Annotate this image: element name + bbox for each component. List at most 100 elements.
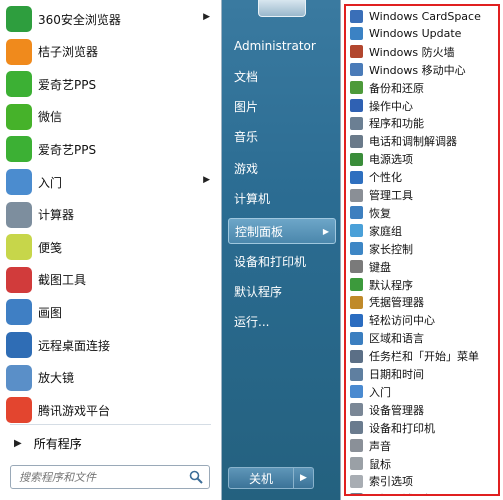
program-item[interactable]: 画图 [6, 297, 216, 327]
program-item[interactable]: 微信 [6, 102, 216, 132]
control-panel-item[interactable]: 管理工具 [346, 186, 498, 204]
control-panel-item-label: 设备管理器 [369, 403, 424, 417]
program-item[interactable]: 便笺 [6, 232, 216, 262]
control-panel-item[interactable]: 备份和还原 [346, 79, 498, 97]
control-panel-item-label: 凭据管理器 [369, 296, 424, 310]
snipping-tool-icon [6, 266, 32, 293]
program-item[interactable]: 桔子浏览器 [6, 37, 216, 67]
control-panel-item[interactable]: 电话和调制解调器 [346, 132, 498, 150]
control-panel-item-icon [350, 421, 363, 435]
control-panel-item[interactable]: 操作中心 [346, 97, 498, 115]
control-panel-item[interactable]: Windows CardSpace [346, 7, 498, 25]
control-panel-item[interactable]: 轻松访问中心 [346, 311, 498, 329]
user-picture[interactable] [258, 0, 306, 17]
control-panel-item-icon [350, 313, 363, 327]
places-item[interactable]: 游戏 [228, 155, 336, 181]
program-item[interactable]: 爱奇艺PPS [6, 69, 216, 99]
program-label: 桔子浏览器 [38, 45, 99, 60]
control-panel-item[interactable]: 个性化 [346, 168, 498, 186]
control-panel-item-label: 轻松访问中心 [369, 314, 435, 328]
control-panel-item[interactable]: 区域和语言 [346, 329, 498, 347]
places-item-label: 默认程序 [234, 284, 283, 299]
places-item-label: 音乐 [234, 129, 259, 144]
search-icon[interactable] [189, 470, 203, 484]
control-panel-item-icon [350, 134, 363, 148]
control-panel-item[interactable]: 入门 [346, 383, 498, 401]
browser-360-icon [6, 6, 32, 32]
control-panel-item[interactable]: 凭据管理器 [346, 293, 498, 311]
program-label: 360安全浏览器 [38, 12, 121, 27]
control-panel-item-icon [350, 439, 363, 453]
places-item[interactable]: 默认程序 [228, 278, 336, 304]
places-item[interactable]: 音乐 [228, 123, 336, 149]
sticky-notes-icon [6, 234, 32, 261]
submenu-arrow-icon: ▶ [322, 227, 329, 236]
program-item[interactable]: 放大镜 [6, 363, 216, 393]
program-label: 爱奇艺PPS [38, 142, 97, 157]
control-panel-item-label: 程序和功能 [369, 117, 424, 131]
places-item[interactable]: 控制面板 ▶ [228, 218, 336, 244]
control-panel-item-icon [350, 81, 363, 95]
control-panel-item[interactable]: 日期和时间 [346, 365, 498, 383]
control-panel-item-label: 日期和时间 [369, 368, 424, 381]
control-panel-item[interactable]: 键盘 [346, 258, 498, 276]
control-panel-item-label: 区域和语言 [369, 332, 424, 346]
places-item[interactable]: 计算机 [228, 185, 336, 211]
program-item[interactable]: 360安全浏览器 ▶ [6, 4, 216, 34]
program-label: 微信 [38, 110, 63, 125]
program-label: 入门 [38, 175, 63, 190]
control-panel-flyout: Windows CardSpace Windows Update Windows 防… [340, 0, 503, 500]
control-panel-item-icon [350, 224, 363, 238]
control-panel-item[interactable]: 声音 [346, 437, 498, 455]
control-panel-item[interactable]: 程序和功能 [346, 114, 498, 132]
orange-browser-icon [6, 38, 32, 65]
places-item[interactable]: Administrator [228, 33, 336, 59]
control-panel-item-icon [350, 331, 363, 345]
all-programs-arrow-icon: ▶ [14, 437, 22, 449]
control-panel-item-label: 家长控制 [369, 242, 413, 256]
control-panel-item[interactable]: 家庭组 [346, 222, 498, 240]
places-item[interactable]: 文档 [228, 63, 336, 89]
control-panel-item[interactable]: 电源选项 [346, 150, 498, 168]
program-item[interactable]: 入门 ▶ [6, 167, 216, 197]
control-panel-item[interactable]: Windows 防火墙 [346, 43, 498, 61]
control-panel-item[interactable]: 索引选项 [346, 472, 498, 490]
control-panel-item-label: 操作中心 [369, 99, 413, 113]
control-panel-item[interactable]: 通知区域图标 [346, 490, 498, 494]
places-item[interactable]: 运行... [228, 308, 336, 334]
search-box[interactable] [10, 465, 210, 489]
program-item[interactable]: 计算器 [6, 200, 216, 230]
control-panel-item[interactable]: 设备管理器 [346, 401, 498, 419]
control-panel-item-icon [350, 152, 363, 166]
places-item[interactable]: 图片 [228, 93, 336, 119]
control-panel-item[interactable]: 家长控制 [346, 240, 498, 258]
shutdown-options-button[interactable]: ▶ [294, 467, 314, 489]
control-panel-item-icon [350, 27, 363, 41]
control-panel-item-icon [350, 9, 363, 23]
program-item[interactable]: 爱奇艺PPS [6, 134, 216, 164]
program-item[interactable]: 远程桌面连接 [6, 330, 216, 360]
control-panel-item[interactable]: 设备和打印机 [346, 419, 498, 437]
submenu-arrow-icon: ▶ [203, 12, 210, 22]
control-panel-item[interactable]: Windows Update [346, 25, 498, 43]
control-panel-item[interactable]: 鼠标 [346, 455, 498, 473]
control-panel-item[interactable]: 任务栏和「开始」菜单 [346, 347, 498, 365]
all-programs-button[interactable]: ▶ 所有程序 [6, 430, 216, 456]
program-label: 画图 [38, 305, 63, 320]
shutdown-button[interactable]: 关机 [228, 467, 294, 489]
program-item[interactable]: 截图工具 [6, 265, 216, 295]
control-panel-item-label: Windows 防火墙 [369, 45, 455, 59]
control-panel-item-icon [350, 457, 363, 470]
places-item-label: Administrator [234, 39, 316, 53]
places-item[interactable]: 设备和打印机 [228, 248, 336, 274]
calculator-icon [6, 201, 32, 228]
control-panel-item[interactable]: Windows 移动中心 [346, 61, 498, 79]
control-panel-item-label: 个性化 [369, 171, 402, 185]
control-panel-item[interactable]: 默认程序 [346, 276, 498, 294]
control-panel-item[interactable]: 恢复 [346, 204, 498, 222]
control-panel-item-label: 默认程序 [369, 278, 413, 292]
program-item[interactable]: 腾讯游戏平台 [6, 395, 216, 425]
control-panel-item-label: 管理工具 [369, 189, 413, 202]
search-input[interactable] [17, 469, 191, 485]
places-item-label: 控制面板 [235, 224, 284, 239]
